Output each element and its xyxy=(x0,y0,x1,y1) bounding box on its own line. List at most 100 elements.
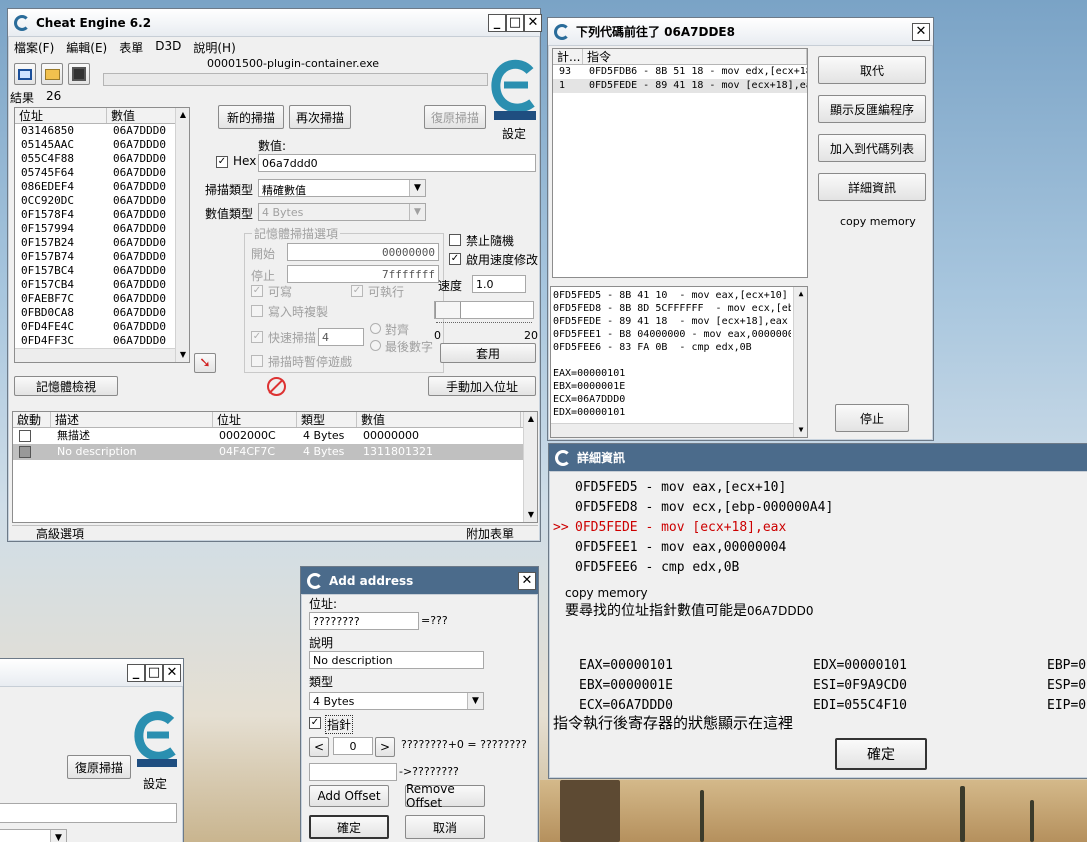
description-input[interactable]: No description xyxy=(309,651,484,669)
add-address-manually-button[interactable]: 手動加入位址 xyxy=(428,376,536,396)
more-info-button[interactable]: 詳細資訊 xyxy=(818,173,926,201)
column-type[interactable]: 類型 xyxy=(297,412,357,427)
type-dropdown[interactable]: 4 Bytes ▼ xyxy=(309,692,484,710)
column-count[interactable]: 計... xyxy=(553,49,583,64)
settings-label[interactable]: 設定 xyxy=(502,125,526,142)
scroll-down-icon[interactable]: ▼ xyxy=(794,423,807,437)
results-row[interactable]: 0F157B24 06A7DDD0 xyxy=(15,236,189,250)
memory-view-button[interactable]: 記憶體檢視 xyxy=(14,376,118,396)
speed-slider-thumb[interactable] xyxy=(435,302,461,318)
disassembly-hscrollbar[interactable] xyxy=(551,423,793,437)
offset-next-button[interactable]: > xyxy=(375,737,395,757)
column-description[interactable]: 描述 xyxy=(51,412,213,427)
column-value[interactable]: 數值 xyxy=(107,108,177,123)
stop-address-input[interactable]: 7fffffff xyxy=(287,265,439,283)
add-address-titlebar[interactable]: Add address xyxy=(301,567,538,595)
cheat-engine-logo[interactable] xyxy=(490,57,540,123)
results-row[interactable]: 0F157B74 06A7DDD0 xyxy=(15,250,189,264)
column-instruction[interactable]: 指令 xyxy=(583,49,807,64)
minimize-button[interactable]: _ xyxy=(127,664,145,682)
close-button[interactable]: ✕ xyxy=(163,664,181,682)
active-checkbox[interactable] xyxy=(19,430,31,442)
maximize-button[interactable]: □ xyxy=(145,664,163,682)
results-list[interactable]: 位址 數值 03146850 06A7DDD0 05145AAC 06A7DDD0 05… xyxy=(14,107,190,363)
results-scrollbar[interactable]: ▲ ▼ xyxy=(175,108,189,362)
save-button[interactable] xyxy=(68,63,90,85)
scroll-up-icon[interactable]: ▲ xyxy=(524,412,537,426)
code-list[interactable]: 計... 指令 93 0FD5FDB6 - 8B 51 18 - mov edx,… xyxy=(552,48,808,278)
active-checkbox[interactable] xyxy=(19,446,31,458)
last-digits-radio[interactable] xyxy=(370,340,381,351)
column-address[interactable]: 位址 xyxy=(15,108,107,123)
replace-button[interactable]: 取代 xyxy=(818,56,926,84)
close-button[interactable]: ✕ xyxy=(518,572,536,590)
maximize-button[interactable]: □ xyxy=(506,14,524,32)
menu-edit[interactable]: 編輯(E) xyxy=(66,39,107,56)
writable-checkbox[interactable]: ✓ xyxy=(251,285,263,297)
advanced-options[interactable]: 高級選項 xyxy=(36,525,84,542)
scroll-down-icon[interactable]: ▼ xyxy=(176,348,189,362)
base-address-input[interactable] xyxy=(309,763,397,781)
column-address[interactable]: 位址 xyxy=(213,412,297,427)
show-disassembler-button[interactable]: 顯示反匯編程序 xyxy=(818,95,926,123)
column-value[interactable]: 數值 xyxy=(357,412,521,427)
remove-offset-button[interactable]: Remove Offset xyxy=(405,782,485,810)
value-type-dropdown[interactable]: ▼ xyxy=(0,829,67,842)
detail-window-titlebar[interactable]: 詳細資訊 xyxy=(549,444,1087,472)
code-window-titlebar[interactable]: 下列代碼前往了 06A7DDE8 xyxy=(548,18,933,46)
add-to-codelist-button[interactable]: 加入到代碼列表 xyxy=(818,134,926,162)
pause-game-checkbox[interactable] xyxy=(251,355,263,367)
code-row[interactable]: 93 0FD5FDB6 - 8B 51 18 - mov edx,[ecx+18] xyxy=(553,65,807,79)
start-address-input[interactable]: 00000000 xyxy=(287,243,439,261)
undo-scan-button[interactable]: 復原掃描 xyxy=(424,105,486,129)
results-row[interactable]: 05745F64 06A7DDD0 xyxy=(15,166,189,180)
address-input[interactable]: ???????? xyxy=(309,612,419,630)
scroll-up-icon[interactable]: ▲ xyxy=(794,287,807,301)
results-row[interactable]: 0F157994 06A7DDD0 xyxy=(15,222,189,236)
close-button[interactable]: ✕ xyxy=(912,23,930,41)
ok-button[interactable]: 確定 xyxy=(835,738,927,770)
minimize-button[interactable]: _ xyxy=(488,14,506,32)
add-offset-button[interactable]: Add Offset xyxy=(309,785,389,807)
fast-scan-checkbox[interactable]: ✓ xyxy=(251,331,263,343)
fast-scan-input[interactable]: 4 xyxy=(318,328,364,346)
align-radio[interactable] xyxy=(370,323,381,334)
value-type-dropdown[interactable]: 4 Bytes ▼ xyxy=(258,203,426,221)
speedhack-checkbox[interactable]: ✓ xyxy=(449,253,461,265)
clear-list-icon[interactable] xyxy=(267,377,286,396)
results-row[interactable]: 0FBD0CA8 06A7DDD0 xyxy=(15,306,189,320)
results-row[interactable]: 03146850 06A7DDD0 xyxy=(15,124,189,138)
scan-value-input[interactable]: 06a7ddd0 xyxy=(258,154,536,172)
menu-d3d[interactable]: D3D xyxy=(155,39,181,56)
code-row[interactable]: 1 0FD5FEDE - 89 41 18 - mov [ecx+18],eax xyxy=(553,79,807,93)
open-file-button[interactable] xyxy=(41,63,63,85)
disassembly-scrollbar[interactable]: ▲ ▼ xyxy=(793,287,807,437)
menu-help[interactable]: 說明(H) xyxy=(193,39,235,56)
stop-button[interactable]: 停止 xyxy=(835,404,909,432)
scroll-up-icon[interactable]: ▲ xyxy=(176,108,189,122)
results-row[interactable]: 0F157BC4 06A7DDD0 xyxy=(15,264,189,278)
results-hscrollbar[interactable] xyxy=(15,348,175,362)
offset-input[interactable]: 0 xyxy=(333,737,373,755)
undo-scan-button[interactable]: 復原掃描 xyxy=(67,755,131,779)
column-active[interactable]: 啟動 xyxy=(13,412,51,427)
results-row[interactable]: 0FD4FF3C 06A7DDD0 xyxy=(15,334,189,348)
results-row[interactable]: 0FAEBF7C 06A7DDD0 xyxy=(15,292,189,306)
apply-button[interactable]: 套用 xyxy=(440,343,536,363)
speed-slider-track[interactable] xyxy=(434,301,534,319)
results-row[interactable]: 0F157CB4 06A7DDD0 xyxy=(15,278,189,292)
menu-table[interactable]: 表單 xyxy=(119,39,143,56)
hex-checkbox[interactable]: ✓ xyxy=(216,156,228,168)
offset-prev-button[interactable]: < xyxy=(309,737,329,757)
scroll-down-icon[interactable]: ▼ xyxy=(524,508,537,522)
settings-label[interactable]: 設定 xyxy=(143,775,167,792)
pointer-checkbox[interactable]: ✓ xyxy=(309,717,321,729)
results-row[interactable]: 0CC920DC 06A7DDD0 xyxy=(15,194,189,208)
menu-file[interactable]: 檔案(F) xyxy=(14,39,54,56)
value-input[interactable] xyxy=(0,803,177,823)
address-table-scrollbar[interactable]: ▲ ▼ xyxy=(523,412,537,522)
main-titlebar[interactable]: Cheat Engine 6.2 xyxy=(8,9,540,37)
ok-button[interactable]: 確定 xyxy=(309,815,389,839)
copy-on-write-checkbox[interactable] xyxy=(251,305,263,317)
executable-checkbox[interactable]: ✓ xyxy=(351,285,363,297)
